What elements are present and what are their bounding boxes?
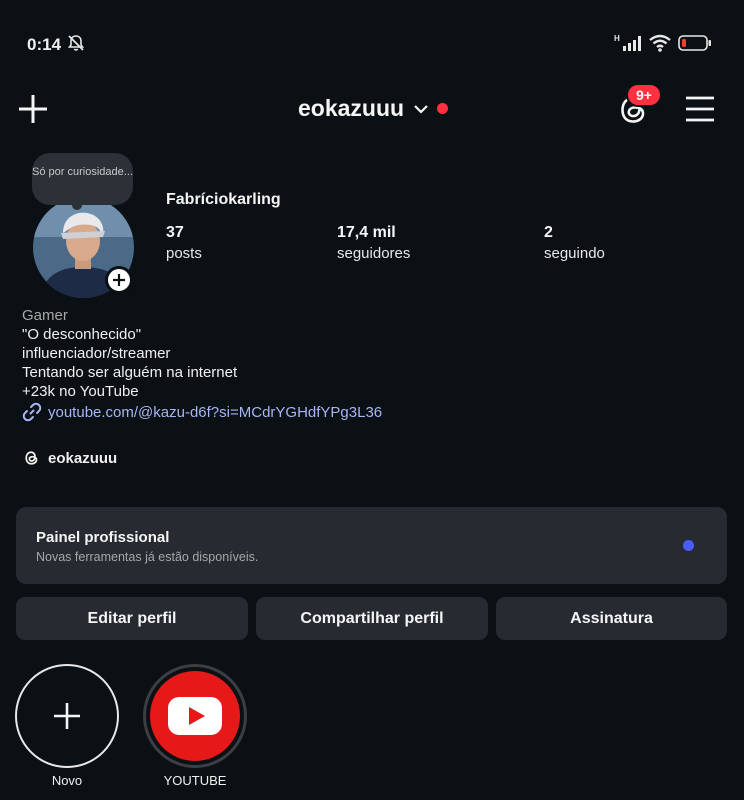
stat-value: 17,4 mil bbox=[337, 224, 396, 241]
pro-panel-title: Painel profissional bbox=[36, 529, 170, 546]
plus-icon bbox=[113, 274, 125, 286]
pro-panel-subtitle: Novas ferramentas já estão disponíveis. bbox=[36, 550, 259, 564]
plus-icon bbox=[54, 703, 80, 729]
bio: Gamer "O desconhecido" influenciador/str… bbox=[22, 306, 382, 422]
bio-link-text: youtube.com/@kazu-d6f?si=MCdrYGHdfYPg3L3… bbox=[48, 403, 383, 421]
link-icon bbox=[22, 402, 42, 422]
battery-icon bbox=[678, 35, 711, 51]
chevron-down-icon bbox=[414, 104, 428, 114]
stat-posts[interactable]: 37 posts bbox=[166, 224, 202, 262]
highlight-new[interactable]: Novo bbox=[14, 664, 120, 788]
highlight-label: Novo bbox=[51, 773, 83, 788]
highlight-youtube-cover bbox=[150, 671, 240, 761]
display-name: Fabríciokarling bbox=[166, 191, 281, 208]
professional-dashboard[interactable]: Painel profissional Novas ferramentas já… bbox=[16, 507, 727, 584]
mute-icon bbox=[67, 35, 85, 51]
youtube-icon bbox=[168, 697, 222, 735]
username: eokazuuu bbox=[298, 95, 405, 121]
status-time: 0:14 bbox=[27, 35, 62, 54]
account-switcher[interactable]: eokazuuu bbox=[298, 95, 449, 122]
stat-label: seguidores bbox=[337, 245, 411, 262]
signal-icon: H bbox=[614, 34, 641, 51]
bio-line: +23k no YouTube bbox=[22, 383, 139, 400]
profile-note[interactable]: Só por curiosidade... bbox=[32, 153, 133, 210]
highlight-youtube-ring bbox=[143, 664, 247, 768]
stat-label: seguindo bbox=[544, 245, 605, 262]
create-post-button[interactable] bbox=[16, 92, 50, 126]
threads-icon bbox=[25, 451, 38, 465]
highlight-youtube[interactable]: YOUTUBE bbox=[142, 664, 248, 788]
subscription-button[interactable]: Assinatura bbox=[496, 597, 727, 640]
bio-line: Tentando ser alguém na internet bbox=[22, 364, 238, 381]
stat-value: 37 bbox=[166, 224, 184, 241]
bio-category: Gamer bbox=[22, 307, 68, 324]
bio-line: "O desconhecido" bbox=[22, 326, 142, 343]
menu-icon[interactable] bbox=[684, 94, 716, 124]
stat-value: 2 bbox=[544, 224, 553, 241]
notification-badge: 9+ bbox=[626, 83, 662, 107]
profile-header: eokazuuu 9+ bbox=[0, 80, 744, 140]
unread-dot bbox=[437, 103, 449, 114]
bio-link[interactable]: youtube.com/@kazu-d6f?si=MCdrYGHdfYPg3L3… bbox=[22, 402, 382, 422]
highlight-new-ring bbox=[15, 664, 119, 768]
wifi-icon bbox=[649, 34, 671, 52]
threads-handle: eokazuuu bbox=[48, 449, 118, 467]
highlight-label: YOUTUBE bbox=[163, 773, 227, 788]
stat-followers[interactable]: 17,4 mil seguidores bbox=[337, 224, 410, 262]
stat-following[interactable]: 2 seguindo bbox=[544, 224, 605, 262]
edit-profile-button[interactable]: Editar perfil bbox=[16, 597, 248, 640]
share-profile-button[interactable]: Compartilhar perfil bbox=[256, 597, 488, 640]
add-story-button[interactable] bbox=[105, 266, 133, 294]
new-indicator-dot bbox=[683, 540, 694, 551]
bio-line: influenciador/streamer bbox=[22, 345, 171, 362]
stat-label: posts bbox=[166, 245, 202, 262]
threads-profile-link[interactable]: eokazuuu bbox=[22, 448, 117, 468]
svg-text:H: H bbox=[614, 34, 620, 43]
status-bar: 0:14 H bbox=[0, 0, 744, 90]
